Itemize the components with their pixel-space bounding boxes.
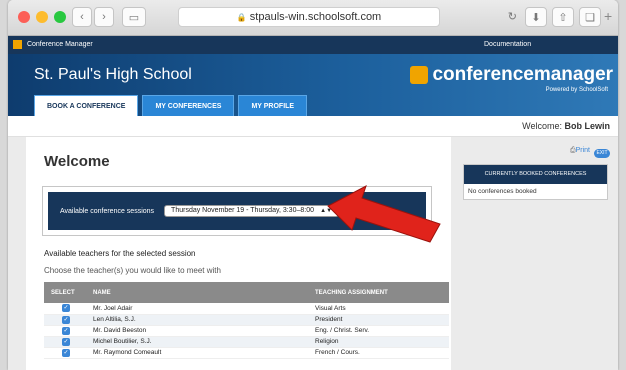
tabs-icon: ❏ [585, 11, 595, 24]
teacher-assignment: Eng. / Christ. Serv. [308, 325, 449, 337]
select-cell: ✓ [44, 347, 86, 359]
reload-icon[interactable]: ↻ [508, 8, 517, 26]
address-url: stpauls-win.schoolsoft.com [249, 11, 382, 23]
booked-conferences-title: CURRENTLY BOOKED CONFERENCES [464, 165, 607, 184]
documentation-link[interactable]: Documentation [484, 36, 531, 54]
school-name: St. Paul's High School [34, 66, 192, 83]
app-logo-icon [13, 39, 22, 49]
sidebar-toggle-button[interactable]: ▭ [122, 7, 146, 27]
teachers-heading: Available teachers for the selected sess… [44, 249, 196, 258]
browser-toolbar: ‹ › ▭ 🔒 stpauls-win.schoolsoft.com ↻ ⬇ ⇧… [8, 0, 618, 36]
teacher-name: Mr. Joel Adair [86, 303, 308, 315]
site-top-bar: Conference Manager Documentation [8, 36, 618, 54]
powered-by: Powered by SchoolSoft [545, 87, 608, 93]
zoom-window-button[interactable] [54, 11, 66, 23]
main-panel: Welcome Available conference sessions Th… [26, 137, 451, 370]
table-row: ✓ Len Altilia, S.J. President [44, 314, 449, 326]
main-tabs: BOOK A CONFERENCE MY CONFERENCES MY PROF… [34, 95, 308, 116]
teacher-assignment: Religion [308, 336, 449, 348]
teacher-checkbox[interactable]: ✓ [62, 348, 70, 357]
teachers-table: SELECT NAME TEACHING ASSIGNMENT ✓ Mr. Jo… [44, 282, 449, 359]
address-bar[interactable]: 🔒 stpauls-win.schoolsoft.com ↻ [178, 7, 517, 27]
app-title: Conference Manager [26, 41, 93, 48]
table-row: ✓ Mr. David Beeston Eng. / Christ. Serv. [44, 325, 449, 337]
chevron-right-icon: › [102, 11, 106, 23]
select-cell: ✓ [44, 336, 86, 348]
downloads-button[interactable]: ⬇ [525, 7, 547, 27]
close-window-button[interactable] [18, 11, 30, 23]
table-row: ✓ Mr. Raymond Comeault French / Cours. [44, 347, 449, 359]
download-icon: ⬇ [531, 11, 541, 24]
select-cell: ✓ [44, 325, 86, 337]
forward-button[interactable]: › [94, 7, 114, 27]
session-select[interactable]: Thursday November 19 - Thursday, 3:30–8:… [164, 205, 340, 217]
column-header-assignment: TEACHING ASSIGNMENT [308, 282, 449, 303]
sidebar-icon: ▭ [128, 11, 140, 24]
teacher-checkbox[interactable]: ✓ [62, 315, 70, 324]
share-icon: ⇧ [558, 11, 568, 24]
tabs-overview-button[interactable]: ❏ [579, 7, 601, 27]
welcome-bar: Welcome: Bob Lewin [8, 116, 618, 137]
session-label: Available conference sessions [60, 207, 155, 215]
lock-icon: 🔒 [236, 13, 247, 22]
column-header-name: NAME [86, 282, 308, 303]
welcome-prefix: Welcome: [522, 121, 562, 131]
table-row: ✓ Mr. Joel Adair Visual Arts [44, 303, 449, 315]
back-button[interactable]: ‹ [72, 7, 92, 27]
annotation-arrow-icon [327, 184, 441, 243]
teacher-name: Len Altilia, S.J. [86, 314, 308, 326]
teacher-name: Michel Boutilier, S.J. [86, 336, 308, 348]
brand-logo: conferencemanager [410, 64, 613, 86]
share-button[interactable]: ⇧ [552, 7, 574, 27]
page-title: Welcome [44, 153, 110, 170]
teacher-checkbox[interactable]: ✓ [62, 304, 70, 313]
column-header-select: SELECT [44, 282, 86, 303]
chevron-left-icon: ‹ [80, 11, 84, 23]
teacher-assignment: French / Cours. [308, 347, 449, 359]
print-label: Print [575, 147, 591, 154]
teacher-assignment: President [308, 314, 449, 326]
site-header: St. Paul's High School conferencemanager… [8, 54, 618, 116]
tab-my-conferences[interactable]: MY CONFERENCES [142, 95, 235, 116]
content-area: Welcome Available conference sessions Th… [8, 137, 618, 370]
teacher-assignment: Visual Arts [308, 303, 449, 315]
new-tab-button[interactable]: + [604, 8, 612, 24]
booked-conferences-box: CURRENTLY BOOKED CONFERENCES No conferen… [463, 164, 608, 200]
teacher-checkbox[interactable]: ✓ [62, 326, 70, 335]
minimize-window-button[interactable] [36, 11, 48, 23]
user-name: Bob Lewin [564, 121, 611, 131]
teacher-checkbox[interactable]: ✓ [62, 337, 70, 346]
tab-book-a-conference[interactable]: BOOK A CONFERENCE [34, 95, 139, 116]
browser-window: ‹ › ▭ 🔒 stpauls-win.schoolsoft.com ↻ ⬇ ⇧… [8, 0, 618, 370]
select-cell: ✓ [44, 303, 86, 315]
select-cell: ✓ [44, 314, 86, 326]
exit-button[interactable]: EXIT [594, 149, 610, 158]
choose-teachers-text: Choose the teacher(s) you would like to … [44, 266, 221, 275]
booked-conferences-empty: No conferences booked [468, 188, 537, 195]
session-select-value: Thursday November 19 - Thursday, 3:30–8:… [171, 207, 314, 214]
table-row: ✓ Michel Boutilier, S.J. Religion [44, 336, 449, 348]
teacher-name: Mr. David Beeston [86, 325, 308, 337]
teacher-name: Mr. Raymond Comeault [86, 347, 308, 359]
print-link[interactable]: ⎙Print [570, 147, 590, 155]
brand-logo-text: conferencemanager [432, 64, 614, 85]
brand-logo-icon [410, 66, 428, 84]
tab-my-profile[interactable]: MY PROFILE [238, 95, 308, 116]
table-header-row: SELECT NAME TEACHING ASSIGNMENT [44, 282, 449, 303]
